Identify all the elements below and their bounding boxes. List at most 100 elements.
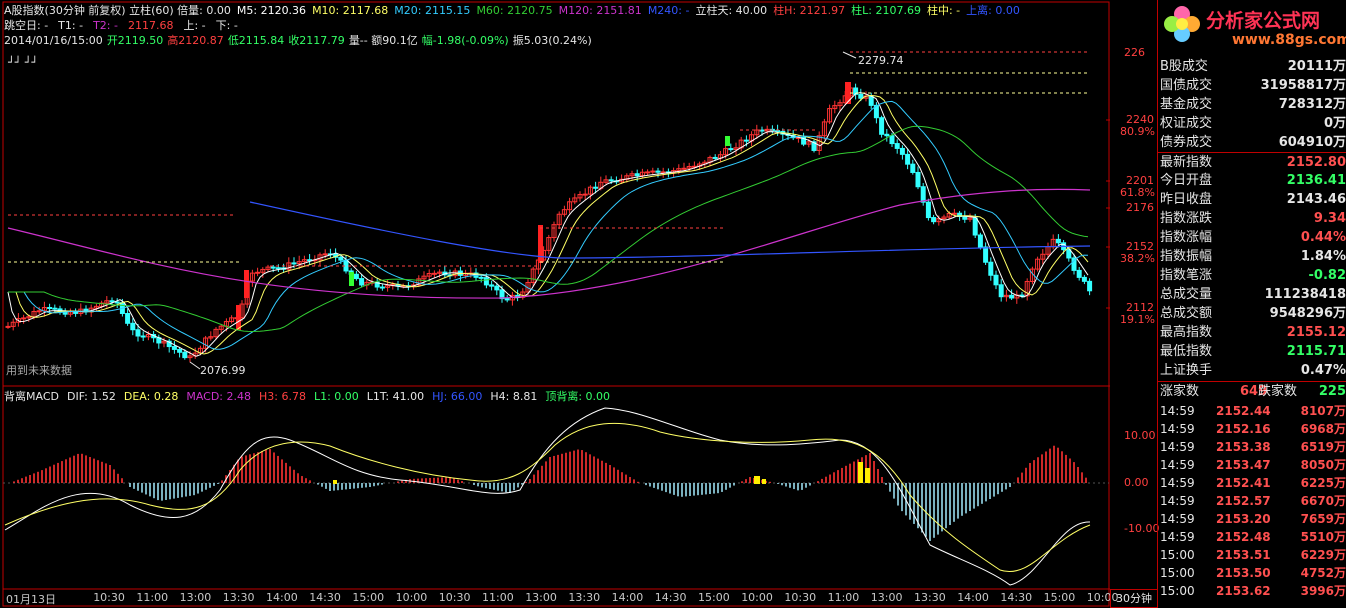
mh-item: 背离MACD (4, 390, 59, 403)
mh-item: 顶背离: 0.00 (545, 390, 611, 403)
candle-body (431, 272, 437, 275)
candle-body (114, 301, 120, 304)
candle-body (998, 284, 1004, 298)
tick-vol: 6670万 (1300, 494, 1346, 508)
quote-value: 0万 (1323, 116, 1346, 131)
tick-vol: 7659万 (1300, 512, 1346, 526)
tick-row[interactable]: 15:00 2153.50 4752万 (1158, 564, 1346, 582)
quote-row: 指数笔涨 -0.82 (1158, 266, 1346, 285)
chart-frame (2, 1, 1110, 607)
candle-body (712, 156, 718, 159)
candle-body (889, 135, 895, 145)
tick-time: 15:00 (1160, 566, 1195, 580)
tick-row[interactable]: 14:59 2152.44 8107万 (1158, 402, 1346, 420)
candle-body (1055, 238, 1061, 244)
time-axis-label: 14:30 (1000, 591, 1033, 604)
candle-body (650, 170, 656, 173)
quote-label: B股成交 (1160, 59, 1208, 74)
quote-row: 昨日收盘 2143.46 (1158, 190, 1346, 209)
quote-label: 最高指数 (1160, 325, 1213, 340)
quote-value: 2152.80 (1286, 155, 1346, 170)
candle-body (130, 322, 136, 331)
logo-url: www.88gs.com (1232, 32, 1346, 48)
tick-row[interactable]: 14:59 2152.41 6225万 (1158, 474, 1346, 492)
candle-body (275, 267, 281, 270)
candle-body (5, 325, 11, 328)
candle-body (1081, 276, 1087, 282)
candle-body (972, 217, 978, 236)
mh-item: H4: 8.81 (490, 390, 538, 403)
candle-body (899, 147, 905, 155)
tick-row[interactable]: 15:00 2153.62 3996万 (1158, 582, 1346, 600)
tick-row[interactable]: 14:59 2152.16 6968万 (1158, 420, 1346, 438)
mh-item: MACD: 2.48 (186, 390, 251, 403)
quote-row: B股成交 20111万 (1158, 57, 1346, 76)
tick-row[interactable]: 14:59 2153.38 6519万 (1158, 438, 1346, 456)
tick-price: 2153.47 (1216, 458, 1271, 472)
logo-title: 分析家公式网 (1206, 10, 1321, 32)
candle-body (868, 95, 874, 106)
quote-row: 上证换手 0.47% (1158, 361, 1346, 380)
macd-signal-block (762, 479, 766, 484)
candle-body (478, 276, 484, 279)
candle-body (353, 273, 359, 280)
time-axis-label: 15:00 (1043, 591, 1076, 604)
tick-vol: 3996万 (1300, 584, 1346, 598)
tick-price: 2152.44 (1216, 404, 1271, 418)
quote-label: 最低指数 (1160, 344, 1213, 359)
quote-value: 2155.12 (1286, 325, 1346, 340)
tick-row[interactable]: 14:59 2152.57 6670万 (1158, 492, 1346, 510)
tick-vol: 6225万 (1300, 476, 1346, 490)
candle-body (983, 246, 989, 263)
tick-row[interactable]: 14:59 2153.47 8050万 (1158, 456, 1346, 474)
quote-row: 最低指数 2115.71 (1158, 342, 1346, 361)
candle-body (915, 171, 921, 188)
candle-body (135, 329, 141, 337)
candle-body (73, 311, 79, 314)
ma10-line (8, 94, 1089, 355)
time-axis-label: 15:00 (352, 591, 385, 604)
low-pointer-line (189, 361, 201, 370)
quote-label: 国债成交 (1160, 78, 1213, 93)
candle-body (1076, 269, 1082, 278)
quote-label: 昨日收盘 (1160, 192, 1213, 207)
quote-value: 111238418 (1264, 287, 1346, 302)
tick-row[interactable]: 15:00 2153.51 6229万 (1158, 546, 1346, 564)
tick-price: 2153.38 (1216, 440, 1271, 454)
candle-body (36, 310, 42, 313)
time-axis-label: 11:00 (482, 591, 514, 604)
quote-row: 基金成交 728312万 (1158, 95, 1346, 114)
tick-price: 2153.62 (1216, 584, 1271, 598)
tick-time: 14:59 (1160, 458, 1195, 472)
quote-label: 指数笔涨 (1160, 268, 1213, 283)
tick-row[interactable]: 14:59 2152.48 5510万 (1158, 528, 1346, 546)
advance-decline-row: 涨家数 649 跌家数 225 (1158, 381, 1346, 402)
price-chart[interactable] (0, 0, 1110, 608)
tick-vol: 6968万 (1300, 422, 1346, 436)
ma5-line (7, 92, 1089, 357)
candle-body (962, 216, 968, 220)
big-up-candle (244, 270, 249, 298)
chart-area[interactable]: A股指数(30分钟 前复权) 立柱(60) 倍量: 0.00 M5: 2120.3… (0, 0, 1159, 608)
time-axis-label: 13:30 (914, 591, 946, 604)
time-axis-label: 01月13日 (6, 593, 56, 606)
tick-time: 14:59 (1160, 512, 1195, 526)
future-data-note: 用到未来数据 (6, 364, 72, 377)
time-axis-label: 14:30 (309, 591, 341, 604)
time-axis-label: 14:00 (611, 591, 644, 604)
logo-banner: 分析家公式网 www.88gs.com (1158, 0, 1346, 56)
time-axis-label: 14:00 (266, 591, 298, 604)
time-axis-label: 10:00 (395, 591, 428, 604)
mh-item: DEA: 0.28 (123, 390, 179, 403)
quote-row: 权证成交 0万 (1158, 114, 1346, 133)
candle-body (910, 163, 916, 173)
tick-row[interactable]: 14:59 2153.20 7659万 (1158, 510, 1346, 528)
quote-value: 9548296万 (1269, 306, 1346, 321)
tick-vol: 8107万 (1300, 404, 1346, 418)
macd-header: 背离MACD DIF: 1.52 DEA: 0.28 MACD: 2.48 H3: 6.… (4, 390, 618, 403)
quote-label: 权证成交 (1160, 116, 1213, 131)
tick-time: 14:59 (1160, 494, 1195, 508)
tick-time: 14:59 (1160, 440, 1195, 454)
ma240-line (249, 201, 1091, 259)
macd-dea-line (4, 422, 1091, 573)
